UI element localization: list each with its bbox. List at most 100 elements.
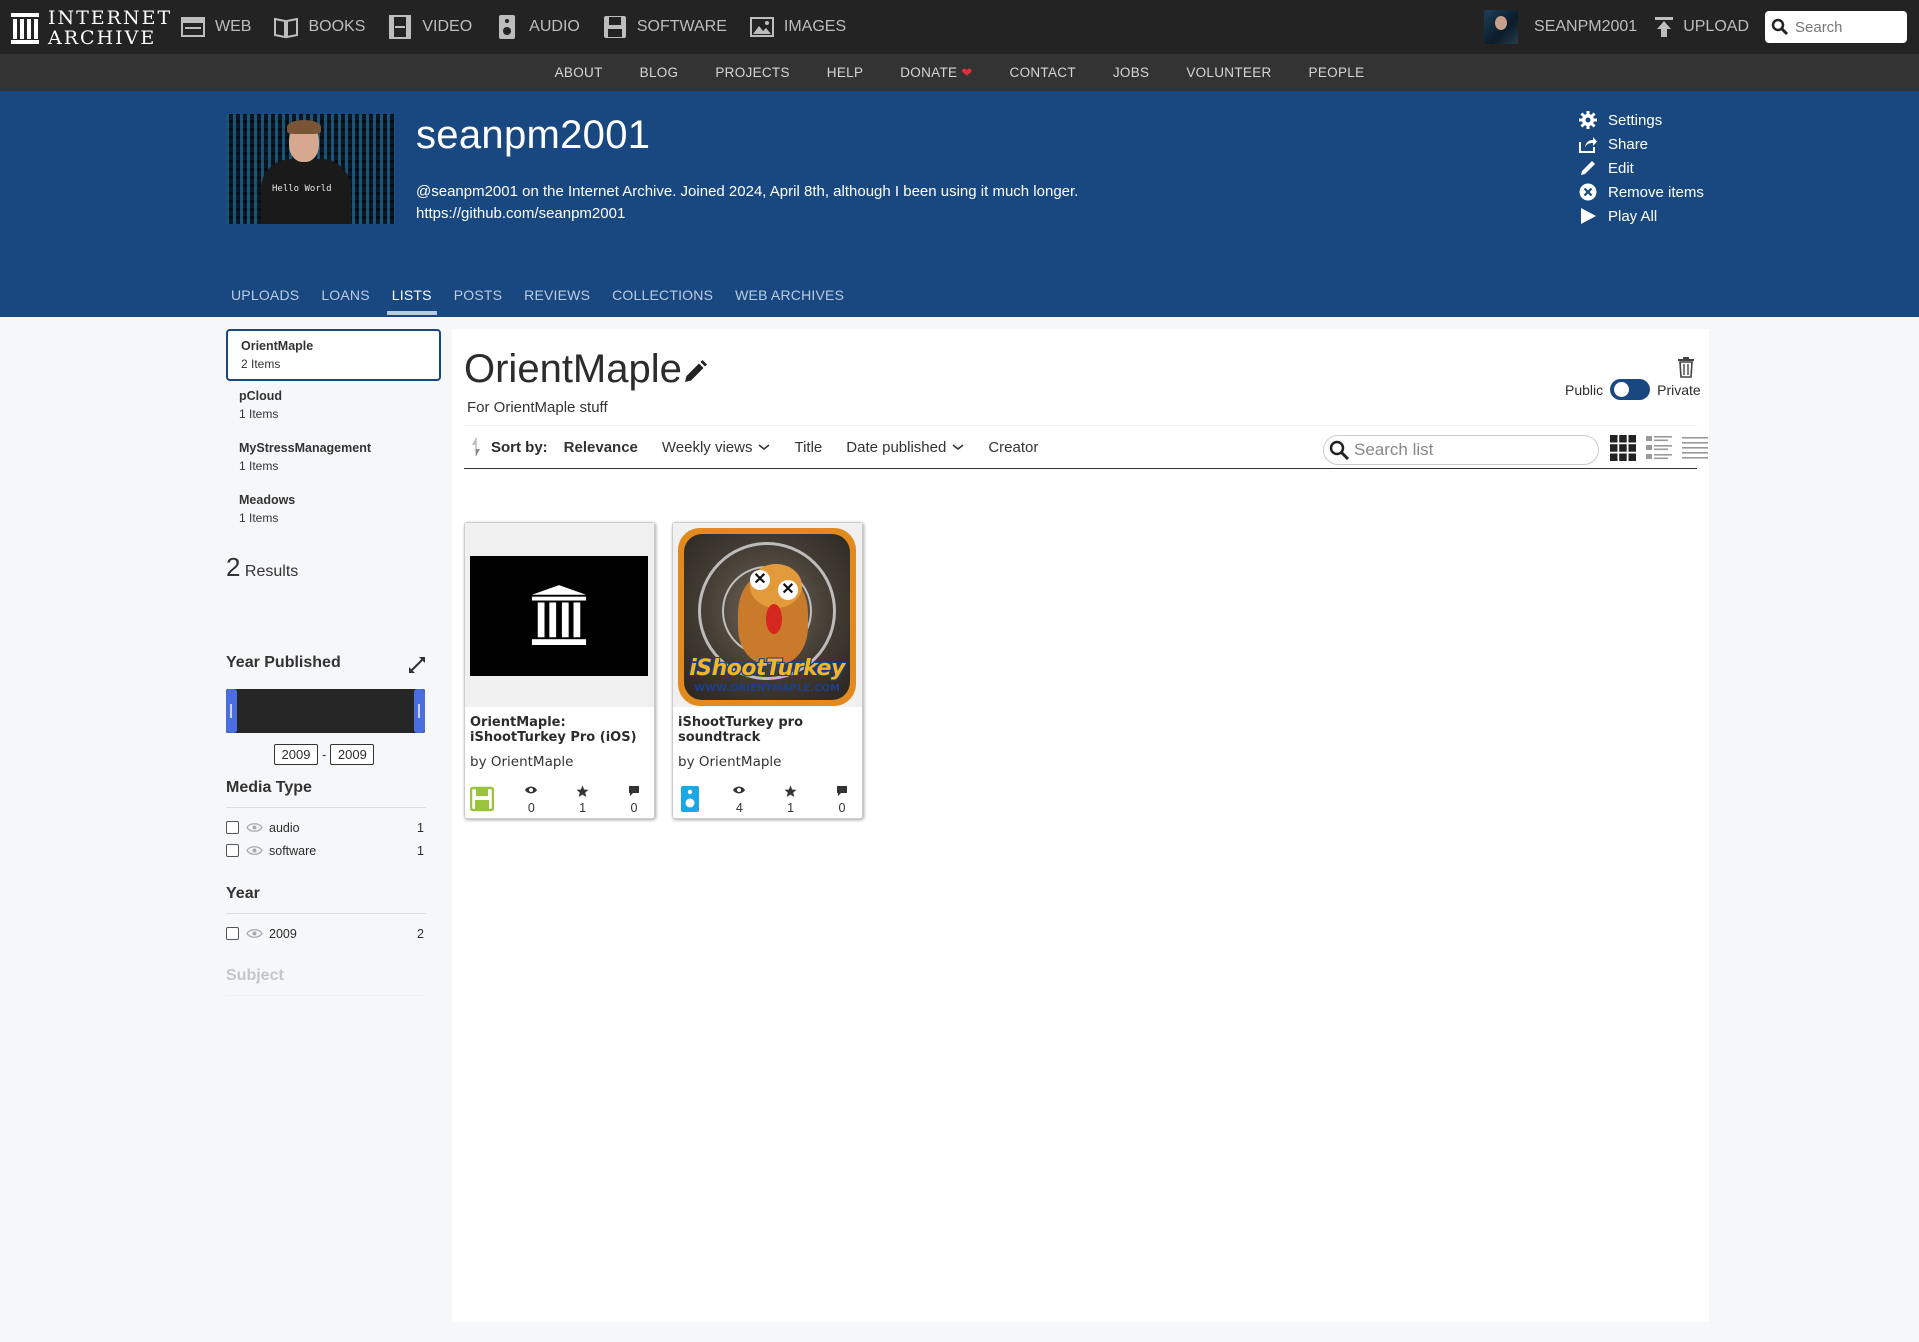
share-button[interactable]: Share bbox=[1578, 135, 1704, 153]
sort-title[interactable]: Title bbox=[794, 439, 822, 456]
year-histogram[interactable] bbox=[226, 689, 425, 733]
facet-label[interactable]: 2009 bbox=[269, 927, 417, 941]
tab-web-archives[interactable]: WEB ARCHIVES bbox=[730, 287, 849, 315]
search-input[interactable]: Search bbox=[1765, 11, 1907, 43]
remove-items-label: Remove items bbox=[1608, 183, 1704, 201]
item-title[interactable]: iShootTurkey pro soundtrack bbox=[678, 715, 858, 745]
remove-items-button[interactable]: Remove items bbox=[1578, 183, 1704, 201]
facet-row-software: software 1 bbox=[226, 839, 426, 862]
year-published-title: Year Published bbox=[226, 654, 341, 671]
subnav-about[interactable]: ABOUT bbox=[555, 65, 603, 80]
media-nav-software[interactable]: SOFTWARE bbox=[602, 14, 727, 40]
user-avatar[interactable] bbox=[1484, 10, 1519, 44]
media-type-facet: Media Type audio 1 software 1 bbox=[226, 779, 426, 862]
facet-checkbox[interactable] bbox=[226, 844, 239, 857]
facet-row-audio: audio 1 bbox=[226, 816, 426, 839]
settings-button[interactable]: Settings bbox=[1578, 111, 1704, 129]
facet-checkbox[interactable] bbox=[226, 927, 239, 940]
sort-direction-icon[interactable] bbox=[469, 435, 483, 459]
view-mode-switcher bbox=[1609, 434, 1709, 462]
facet-label[interactable]: audio bbox=[269, 821, 417, 835]
subnav-volunteer[interactable]: VOLUNTEER bbox=[1186, 65, 1271, 80]
reviews-count: 0 bbox=[630, 801, 638, 815]
list-search-input[interactable]: Search list bbox=[1323, 435, 1599, 465]
year-range-inputs: 2009 - 2009 bbox=[274, 744, 375, 765]
year-facet: Year 2009 2 bbox=[226, 885, 426, 945]
avatar-shirt-text: Hello World bbox=[272, 184, 332, 194]
item-tile[interactable]: ✕ ✕ iShootTurkey WWW.ORIENTMAPLE.COM iSh… bbox=[672, 522, 863, 819]
play-all-button[interactable]: Play All bbox=[1578, 207, 1704, 225]
item-tile[interactable]: OrientMaple: iShootTurkey Pro (iOS) by O… bbox=[464, 522, 655, 819]
upload-button[interactable]: UPLOAD bbox=[1653, 15, 1749, 39]
eye-icon[interactable] bbox=[246, 845, 263, 856]
item-stats: 4 1 0 bbox=[678, 785, 856, 815]
subnav-blog[interactable]: BLOG bbox=[640, 65, 679, 80]
tab-lists[interactable]: LISTS bbox=[386, 287, 437, 315]
list-item-meadows[interactable]: Meadows 1 Items bbox=[226, 485, 441, 537]
subnav-projects[interactable]: PROJECTS bbox=[715, 65, 789, 80]
media-nav-images[interactable]: IMAGES bbox=[749, 14, 846, 40]
list-item-mystressmanagement[interactable]: MyStressManagement 1 Items bbox=[226, 433, 441, 485]
software-icon bbox=[603, 16, 626, 38]
facet-label[interactable]: software bbox=[269, 844, 417, 858]
tab-posts[interactable]: POSTS bbox=[449, 287, 507, 315]
subnav-donate[interactable]: DONATE ❤ bbox=[900, 65, 972, 81]
edit-button[interactable]: Edit bbox=[1578, 159, 1704, 177]
media-nav-audio[interactable]: AUDIO bbox=[494, 14, 580, 40]
list-detail-view-icon[interactable] bbox=[1645, 434, 1673, 462]
eye-icon[interactable] bbox=[246, 928, 263, 939]
sort-weekly-views[interactable]: Weekly views bbox=[662, 439, 771, 456]
range-handle-max[interactable] bbox=[414, 689, 425, 733]
facet-checkbox[interactable] bbox=[226, 821, 239, 834]
list-compact-view-icon[interactable] bbox=[1681, 434, 1709, 462]
year-to-input[interactable]: 2009 bbox=[330, 744, 375, 765]
grid-view-icon[interactable] bbox=[1609, 434, 1637, 462]
item-title[interactable]: OrientMaple: iShootTurkey Pro (iOS) bbox=[470, 715, 650, 745]
list-name: Meadows bbox=[239, 493, 296, 507]
username-link[interactable]: SEANPM2001 bbox=[1534, 18, 1637, 36]
media-nav-video-label: VIDEO bbox=[422, 18, 473, 35]
subnav-people[interactable]: PEOPLE bbox=[1309, 65, 1365, 80]
thumbnail-url-text: WWW.ORIENTMAPLE.COM bbox=[694, 683, 840, 694]
list-count: 1 Items bbox=[239, 459, 279, 473]
tab-reviews[interactable]: REVIEWS bbox=[519, 287, 595, 315]
profile-bio: @seanpm2001 on the Internet Archive. Joi… bbox=[416, 181, 1216, 225]
divider bbox=[226, 995, 426, 996]
turkey-wattle bbox=[766, 604, 782, 634]
eye-icon[interactable] bbox=[246, 822, 263, 833]
archive-building-icon bbox=[11, 13, 39, 44]
media-type-title: Media Type bbox=[226, 779, 312, 796]
pencil-icon[interactable] bbox=[682, 359, 708, 385]
internet-archive-logo[interactable]: INTERNET ARCHIVE bbox=[10, 8, 172, 48]
media-nav-books[interactable]: BOOKS bbox=[273, 14, 365, 40]
list-item-pcloud[interactable]: pCloud 1 Items bbox=[226, 381, 441, 433]
sort-date-published[interactable]: Date published bbox=[846, 439, 964, 456]
range-handle-min[interactable] bbox=[226, 689, 237, 733]
share-label: Share bbox=[1608, 135, 1649, 153]
sort-relevance[interactable]: Relevance bbox=[564, 439, 638, 456]
media-nav-video[interactable]: VIDEO bbox=[387, 14, 472, 40]
media-nav-web[interactable]: WEB bbox=[180, 14, 251, 40]
year-from-input[interactable]: 2009 bbox=[274, 744, 318, 765]
subnav-help[interactable]: HELP bbox=[827, 65, 863, 80]
subnav-contact[interactable]: CONTACT bbox=[1010, 65, 1076, 80]
profile-actions: Settings Share Edit Remove items Play Al… bbox=[1578, 111, 1704, 225]
trash-icon[interactable] bbox=[1676, 356, 1696, 378]
tab-uploads[interactable]: UPLOADS bbox=[226, 287, 304, 315]
thumbnail-title-text: iShootTurkey bbox=[689, 656, 845, 681]
visibility-toggle[interactable] bbox=[1610, 379, 1651, 400]
reviews-count: 0 bbox=[838, 801, 846, 815]
profile-github-link[interactable]: https://github.com/seanpm2001 bbox=[416, 203, 1216, 225]
views-stat: 0 bbox=[494, 785, 545, 815]
item-thumbnail bbox=[470, 556, 648, 676]
software-icon bbox=[470, 786, 494, 812]
private-label: Private bbox=[1657, 381, 1701, 398]
tab-loans[interactable]: LOANS bbox=[316, 287, 374, 315]
archive-building-icon bbox=[531, 585, 587, 645]
sort-creator[interactable]: Creator bbox=[988, 439, 1038, 456]
tab-collections[interactable]: COLLECTIONS bbox=[607, 287, 718, 315]
subnav-jobs[interactable]: JOBS bbox=[1113, 65, 1149, 80]
divider bbox=[226, 807, 426, 808]
list-item-orientmaple[interactable]: OrientMaple 2 Items bbox=[226, 329, 441, 381]
expand-icon[interactable] bbox=[408, 656, 426, 674]
